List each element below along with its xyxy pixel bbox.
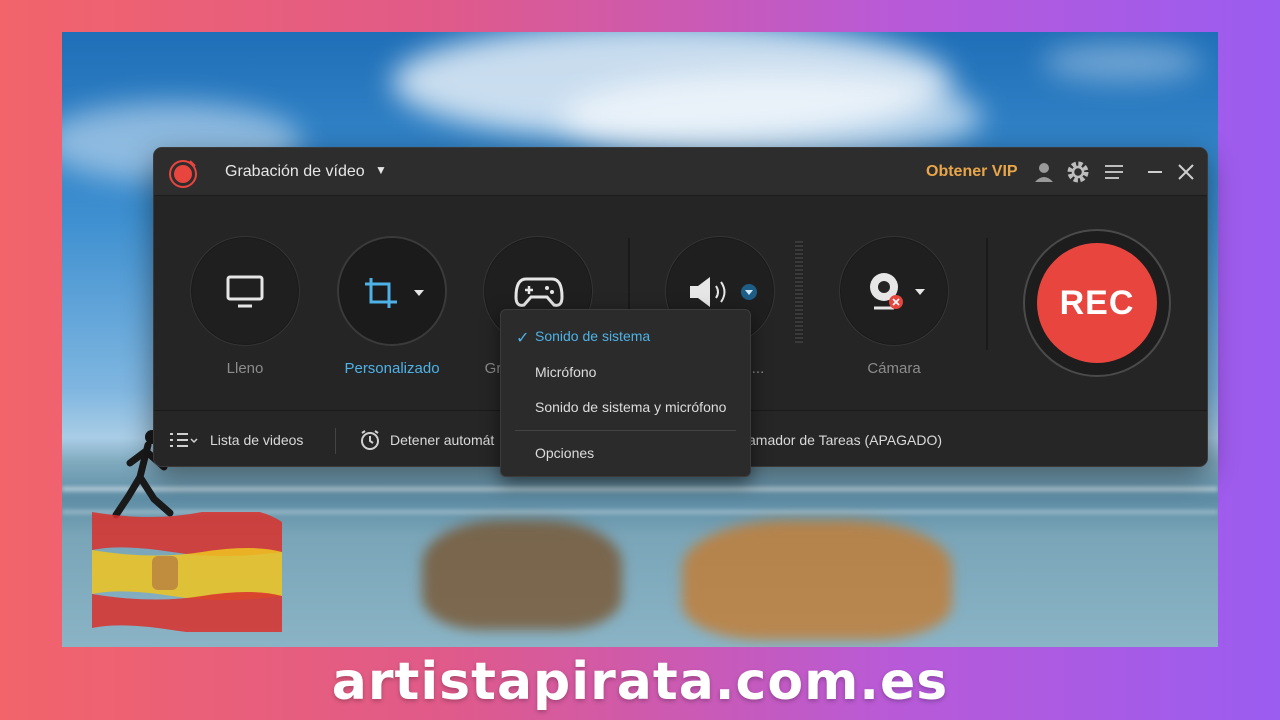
divider bbox=[986, 238, 988, 350]
chevron-down-icon[interactable] bbox=[914, 287, 926, 297]
watermark-text: artistapirata.com.es bbox=[331, 652, 949, 712]
close-icon[interactable] bbox=[1174, 160, 1198, 184]
window-title[interactable]: Grabación de vídeo bbox=[225, 163, 365, 181]
webcam-icon bbox=[870, 273, 903, 310]
mode-caret-down-icon[interactable]: ▼ bbox=[375, 163, 387, 177]
crop-icon bbox=[365, 278, 397, 308]
menu-item-system-sound[interactable]: Sonido de sistema bbox=[535, 328, 650, 344]
gamepad-icon bbox=[514, 277, 564, 307]
checkmark-icon: ✓ bbox=[516, 330, 530, 347]
audio-source-dropdown-icon[interactable] bbox=[740, 283, 758, 301]
mode-label-audio: ... bbox=[751, 360, 765, 377]
speaker-icon bbox=[690, 277, 726, 307]
menu-item-microphone[interactable]: Micrófono bbox=[535, 364, 596, 380]
rec-button-ring: REC bbox=[1023, 229, 1171, 377]
camera-mode-button[interactable] bbox=[839, 236, 949, 346]
audio-source-menu: ✓ Sonido de sistema Micrófono Sonido de … bbox=[500, 309, 751, 477]
title-bar: Grabación de vídeo ▼ Obtener VIP bbox=[154, 148, 1207, 196]
menu-separator bbox=[515, 430, 736, 431]
task-scheduler-link[interactable]: amador de Tareas (APAGADO) bbox=[748, 432, 942, 448]
audio-level-meter bbox=[795, 241, 803, 343]
alarm-clock-icon[interactable] bbox=[359, 429, 381, 451]
get-vip-button[interactable]: Obtener VIP bbox=[926, 163, 1018, 181]
fullscreen-mode-button[interactable] bbox=[190, 236, 300, 346]
custom-mode-button[interactable] bbox=[337, 236, 447, 346]
chevron-down-icon[interactable] bbox=[413, 288, 425, 298]
spain-flag-image bbox=[92, 512, 282, 632]
menu-icon[interactable] bbox=[1102, 160, 1126, 184]
mode-label-camera: Cámara bbox=[867, 360, 921, 377]
minimize-icon[interactable] bbox=[1143, 160, 1167, 184]
divider bbox=[335, 428, 336, 454]
auto-stop-link[interactable]: Detener automát bbox=[390, 432, 494, 448]
video-list-link[interactable]: Lista de videos bbox=[210, 432, 303, 448]
menu-item-options[interactable]: Opciones bbox=[535, 445, 594, 461]
account-icon[interactable] bbox=[1032, 160, 1056, 184]
rec-button[interactable]: REC bbox=[1037, 243, 1157, 363]
app-logo-icon bbox=[169, 160, 197, 188]
gear-icon[interactable] bbox=[1066, 160, 1090, 184]
mode-label-custom: Personalizado bbox=[344, 360, 440, 377]
mode-label-full: Lleno bbox=[226, 360, 264, 377]
monitor-icon bbox=[226, 275, 264, 308]
menu-item-system-and-microphone[interactable]: Sonido de sistema y micrófono bbox=[535, 399, 726, 415]
list-icon[interactable] bbox=[168, 431, 198, 449]
